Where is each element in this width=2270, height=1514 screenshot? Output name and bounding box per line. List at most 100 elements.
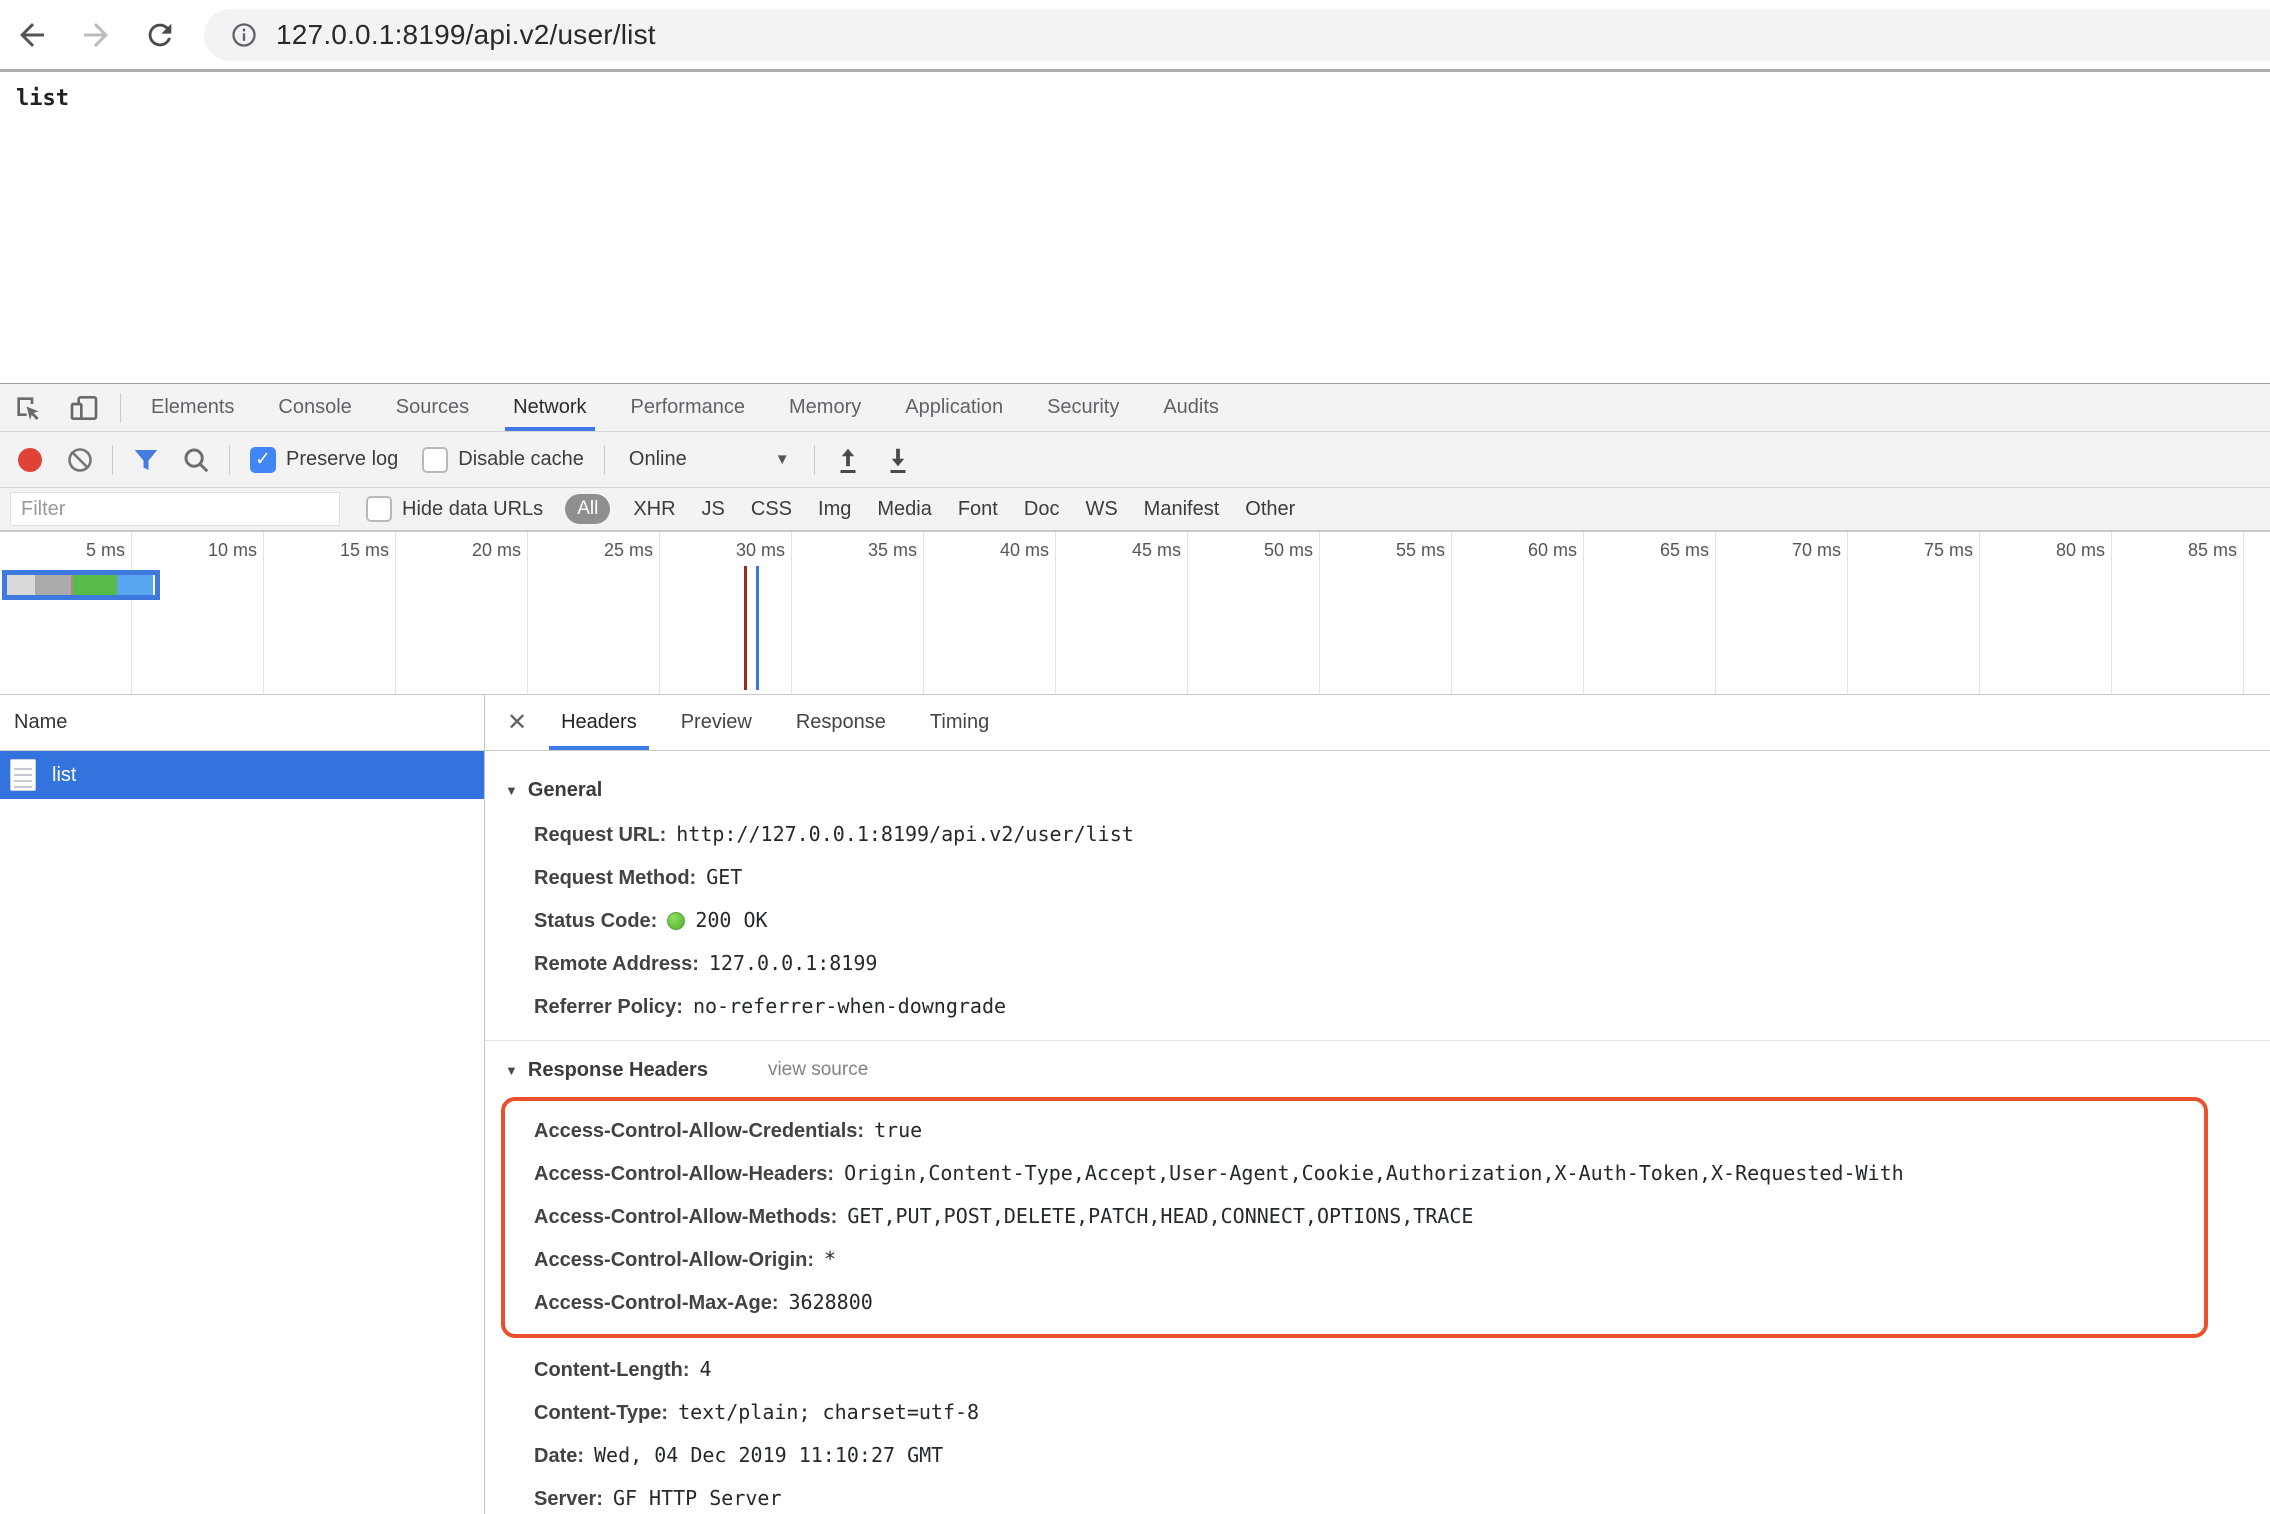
status-ok-dot-icon <box>667 912 685 930</box>
reload-button[interactable] <box>128 18 192 52</box>
header-value: GET <box>706 856 742 898</box>
filter-type-js[interactable]: JS <box>702 498 725 521</box>
tab-console[interactable]: Console <box>256 384 373 431</box>
header-label: Request Method: <box>534 857 696 899</box>
header-row: Content-Type: text/plain; charset=utf-8 <box>485 1391 2270 1434</box>
header-label: Date: <box>534 1435 584 1477</box>
header-value: no-referrer-when-downgrade <box>693 985 1006 1027</box>
devtools-panel: Elements Console Sources Network Perform… <box>0 383 2270 1514</box>
search-button[interactable] <box>181 445 211 475</box>
close-details-button[interactable]: ✕ <box>495 695 539 750</box>
header-row: Request URL: http://127.0.0.1:8199/api.v… <box>485 813 2270 856</box>
filter-type-ws[interactable]: WS <box>1085 498 1117 521</box>
filter-type-font[interactable]: Font <box>958 498 998 521</box>
tab-network[interactable]: Network <box>491 384 608 431</box>
detail-tab-preview[interactable]: Preview <box>675 695 758 750</box>
info-icon[interactable] <box>230 21 258 49</box>
section-general: ▼ General Request URL: http://127.0.0.1:… <box>485 761 2270 1028</box>
export-har-button[interactable] <box>883 445 913 475</box>
throttling-select[interactable]: Online ▼ <box>629 448 790 471</box>
document-icon <box>10 759 36 791</box>
header-value: Origin,Content-Type,Accept,User-Agent,Co… <box>844 1152 1904 1194</box>
tick-label: 70 ms <box>1716 532 1848 694</box>
forward-button[interactable] <box>64 17 128 53</box>
filter-input[interactable] <box>10 492 340 526</box>
browser-toolbar: 127.0.0.1:8199/api.v2/user/list <box>0 0 2270 72</box>
disable-cache-toggle[interactable]: Disable cache <box>422 447 584 473</box>
forward-icon <box>78 17 114 53</box>
import-har-button[interactable] <box>833 445 863 475</box>
view-source-link[interactable]: view source <box>768 1059 868 1081</box>
funnel-icon <box>131 445 161 475</box>
tick-label: 60 ms <box>1452 532 1584 694</box>
checkbox-unchecked-icon <box>366 496 392 522</box>
section-response-headers-header[interactable]: ▼ Response Headers view source <box>485 1047 2270 1093</box>
header-row: Access-Control-Allow-Credentials: true <box>534 1109 2204 1152</box>
header-label: Remote Address: <box>534 943 699 985</box>
detail-tab-timing[interactable]: Timing <box>924 695 995 750</box>
waterfall-queueing-segment <box>7 575 35 595</box>
detail-tab-response[interactable]: Response <box>790 695 892 750</box>
record-network-log-button[interactable] <box>18 448 42 472</box>
tab-memory[interactable]: Memory <box>767 384 883 431</box>
request-row-selected[interactable]: list <box>0 751 484 799</box>
header-label: Status Code: <box>534 900 657 942</box>
device-toolbar-button[interactable] <box>56 384 112 431</box>
filter-type-xhr[interactable]: XHR <box>633 498 675 521</box>
tab-sources[interactable]: Sources <box>374 384 491 431</box>
tick-label: 80 ms <box>1980 532 2112 694</box>
tick-label: 75 ms <box>1848 532 1980 694</box>
address-bar[interactable]: 127.0.0.1:8199/api.v2/user/list <box>204 9 2270 61</box>
filter-type-css[interactable]: CSS <box>751 498 792 521</box>
filter-type-other[interactable]: Other <box>1245 498 1295 521</box>
header-row: Access-Control-Allow-Headers: Origin,Con… <box>534 1152 2204 1195</box>
hide-data-urls-toggle[interactable]: Hide data URLs <box>366 496 543 522</box>
section-general-header[interactable]: ▼ General <box>485 767 2270 813</box>
network-overview-timeline[interactable]: 5 ms 10 ms 15 ms 20 ms 25 ms 30 ms 35 ms… <box>0 532 2270 695</box>
hide-data-urls-label: Hide data URLs <box>402 498 543 521</box>
filter-type-all[interactable]: All <box>565 494 610 524</box>
header-row: Content-Length: 4 <box>485 1348 2270 1391</box>
response-body-text: list <box>16 86 69 111</box>
header-label: Content-Length: <box>534 1349 690 1391</box>
clear-button[interactable] <box>66 446 94 474</box>
preserve-log-toggle[interactable]: ✓ Preserve log <box>250 447 398 473</box>
tick-label: 85 ms <box>2112 532 2244 694</box>
waterfall-waiting-segment <box>73 575 117 595</box>
tab-elements[interactable]: Elements <box>129 384 256 431</box>
tick-label: 20 ms <box>396 532 528 694</box>
tab-security[interactable]: Security <box>1025 384 1141 431</box>
filter-type-media[interactable]: Media <box>877 498 931 521</box>
header-label: Access-Control-Allow-Headers: <box>534 1153 834 1195</box>
headers-pane[interactable]: ▼ General Request URL: http://127.0.0.1:… <box>485 751 2270 1514</box>
tab-performance[interactable]: Performance <box>609 384 768 431</box>
tick-label: 5 ms <box>0 532 132 694</box>
tab-audits[interactable]: Audits <box>1141 384 1241 431</box>
filter-toggle-button[interactable] <box>131 445 161 475</box>
detail-tab-headers[interactable]: Headers <box>555 695 643 750</box>
header-row: Access-Control-Allow-Methods: GET,PUT,PO… <box>534 1195 2204 1238</box>
request-waterfall-bar[interactable] <box>2 570 160 600</box>
disclosure-triangle-icon: ▼ <box>505 783 518 798</box>
filter-type-manifest[interactable]: Manifest <box>1144 498 1220 521</box>
disclosure-triangle-icon: ▼ <box>505 1063 518 1078</box>
checkbox-checked-icon: ✓ <box>250 447 276 473</box>
header-label: Access-Control-Allow-Credentials: <box>534 1110 864 1152</box>
tab-application[interactable]: Application <box>883 384 1025 431</box>
header-row: Access-Control-Allow-Origin: * <box>534 1238 2204 1281</box>
filter-type-img[interactable]: Img <box>818 498 851 521</box>
search-icon <box>181 445 211 475</box>
inspect-element-button[interactable] <box>0 384 56 431</box>
section-title: Response Headers <box>528 1059 708 1082</box>
column-header-name[interactable]: Name <box>0 695 484 751</box>
tick-label: 35 ms <box>792 532 924 694</box>
header-label: Access-Control-Allow-Origin: <box>534 1239 814 1281</box>
back-button[interactable] <box>0 17 64 53</box>
preserve-log-label: Preserve log <box>286 448 398 471</box>
filter-type-doc[interactable]: Doc <box>1024 498 1060 521</box>
devtools-tabbar: Elements Console Sources Network Perform… <box>0 384 2270 432</box>
chevron-down-icon: ▼ <box>775 451 790 468</box>
tick-label: 30 ms <box>660 532 792 694</box>
tick-label: 50 ms <box>1188 532 1320 694</box>
inspect-cursor-icon <box>12 392 44 424</box>
